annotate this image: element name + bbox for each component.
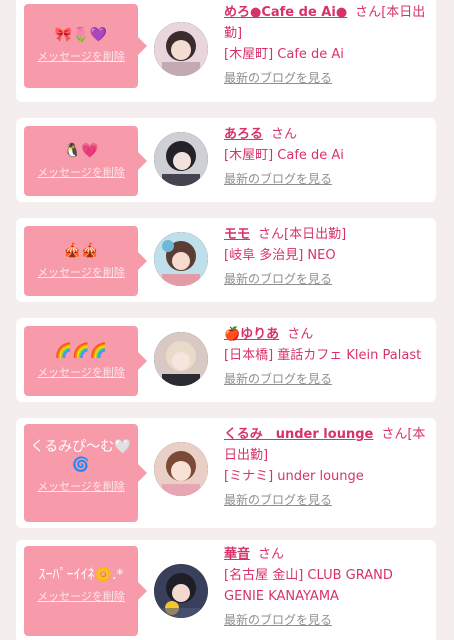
message-card: 🎀🌷💜 メッセージを削除 めろ●Cafe de Ai● さん[本日出勤] [木屋町… bbox=[16, 0, 436, 102]
profile-photo-icon bbox=[154, 332, 208, 386]
card-info: くるみ under lounge さん[本日出勤] [ミナミ] under lou… bbox=[224, 424, 430, 511]
avatar[interactable] bbox=[154, 132, 208, 186]
message-card: 🎪🎪 メッセージを削除 モモ さん[本日出勤] [岐阜 多治見] NEO 最新のブ… bbox=[16, 218, 436, 302]
cast-name-link[interactable]: モモ bbox=[224, 227, 250, 242]
honorific: さん bbox=[271, 127, 298, 142]
cast-name-link[interactable]: 華音 bbox=[224, 547, 250, 562]
card-info: モモ さん[本日出勤] [岐阜 多治見] NEO 最新のブログを見る bbox=[224, 224, 430, 290]
cast-name-link[interactable]: めろ●Cafe de Ai● bbox=[224, 5, 347, 20]
message-text: 🎪🎪 bbox=[63, 243, 99, 259]
shop-text: [岐阜 多治見] NEO bbox=[224, 248, 336, 263]
message-bubble: くるみぴ〜む🤍 🌀 メッセージを削除 bbox=[24, 424, 147, 522]
latest-blog-link[interactable]: 最新のブログを見る bbox=[224, 369, 332, 390]
profile-photo-icon bbox=[154, 22, 208, 76]
honorific: さん bbox=[287, 327, 314, 342]
message-card: くるみぴ〜む🤍 🌀 メッセージを削除 くるみ under lounge さん[本日… bbox=[16, 418, 436, 528]
delete-message-link[interactable]: メッセージを削除 bbox=[37, 590, 125, 604]
delete-message-link[interactable]: メッセージを削除 bbox=[37, 480, 125, 494]
latest-blog-link[interactable]: 最新のブログを見る bbox=[224, 490, 332, 511]
profile-photo-icon bbox=[154, 564, 208, 618]
avatar[interactable] bbox=[154, 332, 208, 386]
message-card: ｽｰﾊﾟｰｲｲﾈ🌼.* メッセージを削除 華音 さん [名古屋 金山] CLUB … bbox=[16, 540, 436, 640]
message-text: 🎀🌷💜 bbox=[54, 27, 108, 43]
shop-text: [ミナミ] under lounge bbox=[224, 469, 364, 484]
profile-photo-icon bbox=[154, 442, 208, 496]
message-bubble: 🐧💗 メッセージを削除 bbox=[24, 126, 147, 196]
message-text: ｽｰﾊﾟｰｲｲﾈ🌼.* bbox=[38, 567, 124, 583]
cast-name-link[interactable]: 🍎ゆりあ bbox=[224, 327, 279, 342]
card-info: 華音 さん [名古屋 金山] CLUB GRAND GENIE KANAYAMA … bbox=[224, 544, 430, 631]
message-text: くるみぴ〜む🤍 🌀 bbox=[30, 439, 132, 473]
honorific: さん bbox=[381, 427, 408, 442]
message-bubble: 🌈🌈🌈 メッセージを削除 bbox=[24, 326, 147, 396]
honorific: さん bbox=[355, 5, 382, 20]
profile-photo-icon bbox=[154, 232, 208, 286]
delete-message-link[interactable]: メッセージを削除 bbox=[37, 166, 125, 180]
cast-name-link[interactable]: あろる bbox=[224, 127, 263, 142]
shop-text: [日本橋] 童話カフェ Klein Palast bbox=[224, 348, 422, 363]
honorific: さん bbox=[258, 227, 285, 242]
latest-blog-link[interactable]: 最新のブログを見る bbox=[224, 269, 332, 290]
message-bubble: ｽｰﾊﾟｰｲｲﾈ🌼.* メッセージを削除 bbox=[24, 546, 147, 636]
delete-message-link[interactable]: メッセージを削除 bbox=[37, 266, 125, 280]
avatar[interactable] bbox=[154, 564, 208, 618]
latest-blog-link[interactable]: 最新のブログを見る bbox=[224, 68, 332, 89]
shop-text: [木屋町] Cafe de Ai bbox=[224, 47, 344, 62]
delete-message-link[interactable]: メッセージを削除 bbox=[37, 50, 125, 64]
message-bubble: 🎀🌷💜 メッセージを削除 bbox=[24, 4, 147, 88]
message-card: 🐧💗 メッセージを削除 あろる さん [木屋町] Cafe de Ai 最新のブロ… bbox=[16, 118, 436, 202]
profile-photo-icon bbox=[154, 132, 208, 186]
message-bubble: 🎪🎪 メッセージを削除 bbox=[24, 226, 147, 296]
cast-name-link[interactable]: くるみ under lounge bbox=[224, 427, 373, 442]
latest-blog-link[interactable]: 最新のブログを見る bbox=[224, 169, 332, 190]
card-info: あろる さん [木屋町] Cafe de Ai 最新のブログを見る bbox=[224, 124, 430, 190]
latest-blog-link[interactable]: 最新のブログを見る bbox=[224, 610, 332, 631]
avatar[interactable] bbox=[154, 442, 208, 496]
avatar[interactable] bbox=[154, 22, 208, 76]
avatar[interactable] bbox=[154, 232, 208, 286]
delete-message-link[interactable]: メッセージを削除 bbox=[37, 366, 125, 380]
message-card: 🌈🌈🌈 メッセージを削除 🍎ゆりあ さん [日本橋] 童話カフェ Klein Pa… bbox=[16, 318, 436, 402]
message-list: 🎀🌷💜 メッセージを削除 めろ●Cafe de Ai● さん[本日出勤] [木屋町… bbox=[0, 0, 454, 640]
card-info: めろ●Cafe de Ai● さん[本日出勤] [木屋町] Cafe de Ai … bbox=[224, 2, 430, 89]
message-text: 🌈🌈🌈 bbox=[54, 343, 108, 359]
message-text: 🐧💗 bbox=[63, 143, 99, 159]
honorific: さん bbox=[258, 547, 285, 562]
card-info: 🍎ゆりあ さん [日本橋] 童話カフェ Klein Palast 最新のブログを見… bbox=[224, 324, 430, 390]
shop-text: [木屋町] Cafe de Ai bbox=[224, 148, 344, 163]
shop-text: [名古屋 金山] CLUB GRAND GENIE KANAYAMA bbox=[224, 568, 393, 604]
status-text: [本日出勤] bbox=[284, 227, 347, 242]
